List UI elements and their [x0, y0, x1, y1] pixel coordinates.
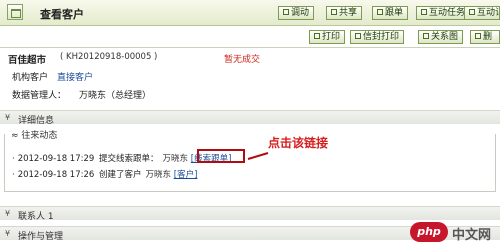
header-divider — [0, 47, 500, 48]
relation-graph-button[interactable]: 关系图 — [418, 30, 464, 44]
follow-up-button[interactable]: 跟单 — [372, 6, 409, 20]
manager-label: 数据管理人： — [12, 91, 67, 101]
customer-link[interactable]: [客户] — [174, 170, 198, 180]
page-title: 查看客户 — [40, 8, 84, 21]
relation-graph-icon — [423, 32, 429, 39]
deal-status: 暂无成交 — [224, 55, 261, 65]
activity-user: 万晓东 — [162, 154, 189, 164]
activity-item: · 2012-09-18 17:26 创建了客户 万晓东 [客户] — [12, 168, 197, 180]
annotation-text: 点击该链接 — [268, 136, 329, 150]
expand-chevron-icon: ¥ — [5, 113, 11, 122]
annotation-arrow-icon — [247, 152, 269, 160]
customer-name: 百佳超市 — [8, 55, 47, 66]
customer-type-link[interactable]: 直接客户 — [57, 70, 93, 83]
interaction-record-button[interactable]: 互动记录 — [464, 6, 500, 20]
section-details-title: 详细信息 — [18, 116, 55, 126]
expand-chevron-icon: ¥ — [5, 229, 11, 238]
collapse-chevron-icon: ≈ — [11, 131, 19, 141]
bullet-icon: · — [12, 154, 15, 164]
section-details[interactable]: ¥ 详细信息 — [0, 110, 500, 126]
activity-legend[interactable]: ≈ 往来动态 — [8, 128, 61, 141]
printer-icon — [314, 32, 320, 39]
activity-action: 提交线索跟单： — [99, 154, 159, 164]
envelope-icon — [355, 32, 361, 39]
activity-action: 创建了客户 — [99, 170, 142, 180]
delete-button[interactable]: 删 — [470, 30, 500, 44]
watermark: php 中文网 — [410, 222, 500, 244]
task-icon — [421, 8, 427, 15]
manager-value: 万晓东（总经理） — [79, 91, 152, 101]
customer-type-label: 机构客户 — [12, 73, 49, 83]
bullet-icon: · — [12, 170, 15, 180]
activity-time: 2012-09-18 17:29 — [17, 154, 95, 164]
share-button[interactable]: 共享 — [326, 6, 363, 20]
customer-card-icon — [7, 4, 23, 20]
section-operations-title: 操作与管理 — [18, 232, 64, 242]
expand-chevron-icon: ¥ — [5, 209, 11, 218]
section-contacts-title: 联系人 1 — [18, 212, 54, 222]
transfer-icon — [283, 8, 289, 15]
follow-up-icon — [377, 8, 383, 15]
delete-icon — [475, 32, 481, 39]
record-icon — [469, 8, 475, 15]
activity-legend-title: 往来动态 — [21, 131, 58, 141]
activity-time: 2012-09-18 17:26 — [17, 170, 95, 180]
php-logo: php — [410, 222, 448, 242]
share-icon — [331, 8, 337, 15]
customer-code: ( KH20120918-00005 ) — [60, 52, 158, 62]
print-button[interactable]: 打印 — [309, 30, 346, 44]
section-contacts[interactable]: ¥ 联系人 1 — [0, 206, 500, 222]
watermark-text: 中文网 — [452, 228, 492, 243]
interaction-task-button[interactable]: 互动任务 — [416, 6, 471, 20]
envelope-print-button[interactable]: 信封打印 — [350, 30, 405, 44]
activity-user: 万晓东 — [145, 170, 172, 180]
transfer-button[interactable]: 调动 — [278, 6, 315, 20]
title-bar: 查看客户 调动 共享 跟单 互动任务 互动记录 — [0, 0, 500, 26]
highlight-box — [197, 149, 245, 163]
